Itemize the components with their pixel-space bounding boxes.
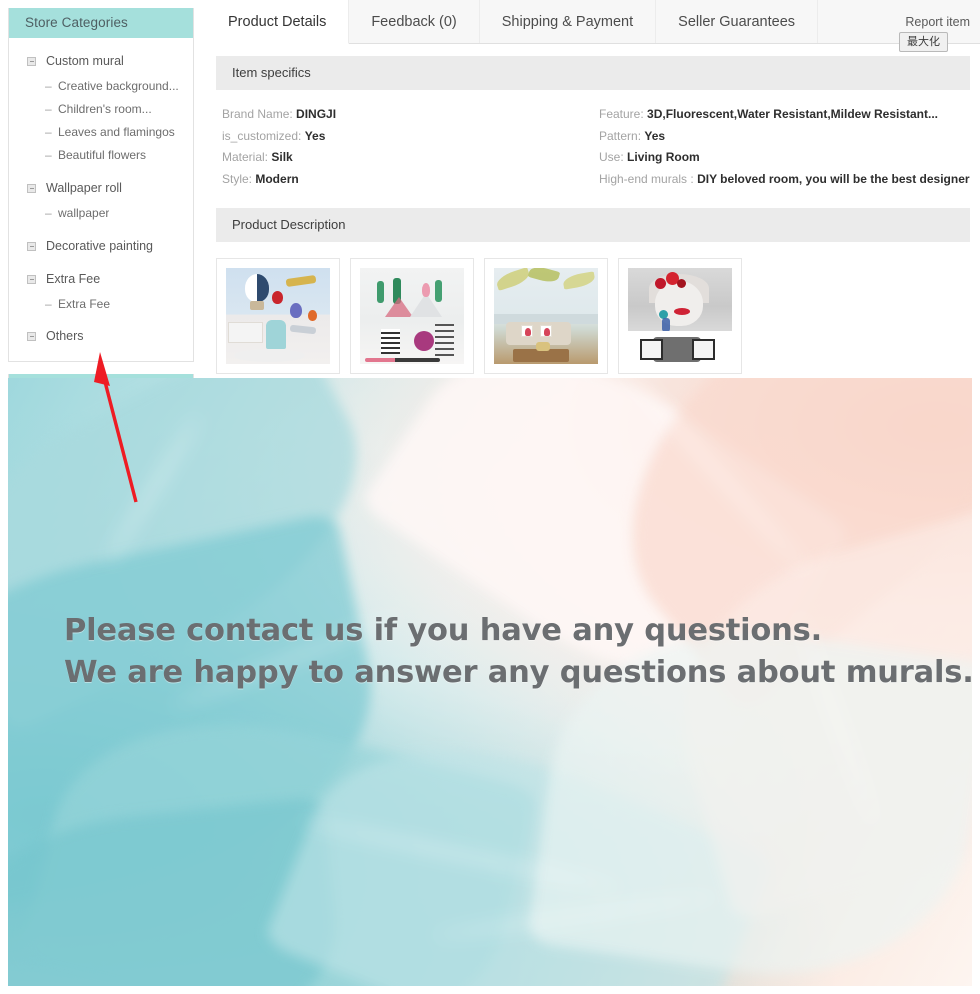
spec-row-high-end-murals: High-end murals : DIY beloved room, you … (599, 169, 970, 191)
main-content: Product Details Feedback (0) Shipping & … (206, 0, 980, 374)
spec-row-feature: Feature: 3D,Fluorescent,Water Resistant,… (599, 104, 970, 126)
thumbnail-marilyn-monroe-pop-art-mural[interactable] (618, 258, 742, 374)
tab-feedback[interactable]: Feedback (0) (349, 0, 480, 43)
sidebar-item-label: wallpaper (58, 205, 110, 220)
spec-value: DINGJI (296, 107, 337, 121)
dash-icon: – (45, 101, 52, 116)
sidebar-item-extra-fee-child[interactable]: – Extra Fee (9, 292, 193, 315)
sidebar-item-childrens-room[interactable]: – Children's room... (9, 97, 193, 120)
sidebar-item-creative-background[interactable]: – Creative background... (9, 74, 193, 97)
tab-seller-guarantees[interactable]: Seller Guarantees (656, 0, 819, 43)
spec-value: 3D,Fluorescent,Water Resistant,Mildew Re… (647, 107, 939, 121)
specs-column-left: Brand Name: DINGJI is_customized: Yes Ma… (216, 104, 593, 190)
sidebar-item-label: Others (46, 329, 84, 343)
item-specifics-header: Item specifics (216, 56, 970, 90)
dash-icon: – (45, 205, 52, 220)
spec-row-material: Material: Silk (222, 147, 593, 169)
sidebar-item-label: Children's room... (58, 101, 152, 116)
sidebar-item-label: Extra Fee (58, 296, 111, 311)
dash-icon: – (45, 147, 52, 162)
thumbnail-image (360, 268, 464, 364)
spec-value: Modern (255, 171, 299, 186)
sidebar-item-decorative-painting[interactable]: Decorative painting (9, 233, 193, 259)
spec-value: Living Room (627, 150, 700, 164)
expand-box-icon (27, 241, 36, 251)
spec-row-style: Style: Modern (222, 169, 593, 191)
sidebar-item-label: Creative background... (58, 78, 179, 93)
sidebar-item-wallpaper-roll[interactable]: Wallpaper roll (9, 175, 193, 201)
tab-label: Product Details (228, 13, 327, 30)
sidebar-item-wallpaper[interactable]: – wallpaper (9, 201, 193, 224)
product-description-header: Product Description (216, 208, 970, 242)
spec-label: Brand Name: (222, 107, 293, 121)
thumbnail-image (494, 268, 598, 364)
spec-value: Yes (304, 128, 326, 143)
product-thumbnail-gallery (206, 242, 980, 374)
contact-banner: Please contact us if you have any questi… (8, 378, 972, 986)
thumbnail-kids-balloon-room-mural[interactable] (216, 258, 340, 374)
tab-label: Shipping & Payment (501, 13, 634, 30)
dash-icon: – (45, 78, 52, 93)
spec-row-pattern: Pattern: Yes (599, 126, 970, 148)
dash-icon: – (45, 296, 52, 311)
maximize-tooltip[interactable]: 最大化 (899, 32, 948, 52)
store-categories-list: Custom mural – Creative background... – … (9, 38, 193, 361)
thumbnail-image (226, 268, 330, 364)
dash-icon: – (45, 124, 52, 139)
store-categories-panel: Store Categories Custom mural – Creative… (8, 8, 194, 362)
thumbnail-image (628, 268, 732, 364)
spec-label: Material: (222, 150, 269, 164)
sidebar-item-label: Decorative painting (46, 239, 154, 253)
spec-row-brand-name: Brand Name: DINGJI (222, 104, 593, 126)
tab-bar: Product Details Feedback (0) Shipping & … (206, 0, 980, 44)
banner-line-2: We are happy to answer any questions abo… (64, 655, 972, 690)
sidebar-item-label: Extra Fee (46, 272, 101, 286)
tab-label: Feedback (0) (371, 13, 457, 30)
tab-product-details[interactable]: Product Details (206, 0, 350, 44)
thumbnail-cactus-flamingo-wall-mural[interactable] (350, 258, 474, 374)
spec-value: Yes (644, 128, 666, 143)
spec-label: Feature: (599, 107, 644, 121)
sidebar-item-label: Beautiful flowers (58, 147, 147, 162)
expand-box-icon (27, 331, 36, 341)
specs-column-right: Feature: 3D,Fluorescent,Water Resistant,… (593, 104, 970, 190)
sidebar-item-others[interactable]: Others (9, 323, 193, 349)
expand-box-icon (27, 183, 36, 193)
sidebar-item-label: Wallpaper roll (46, 181, 122, 195)
sidebar-item-custom-mural[interactable]: Custom mural (9, 48, 193, 74)
item-specifics-table: Brand Name: DINGJI is_customized: Yes Ma… (206, 90, 980, 194)
expand-box-icon (27, 274, 36, 284)
sidebar-item-leaves-and-flamingos[interactable]: – Leaves and flamingos (9, 120, 193, 143)
spec-label: Use: (599, 150, 624, 164)
thumbnail-palm-leaf-flamingo-living-room-mural[interactable] (484, 258, 608, 374)
spec-label: Pattern: (599, 128, 642, 143)
product-page: Store Categories Custom mural – Creative… (0, 0, 980, 994)
spec-row-use: Use: Living Room (599, 147, 970, 169)
banner-line-1: Please contact us if you have any questi… (64, 613, 823, 648)
spec-value: DIY beloved room, you will be the best d… (697, 171, 970, 186)
spec-value: Silk (271, 150, 293, 164)
spec-label: High-end murals : (599, 171, 694, 186)
sidebar-item-extra-fee[interactable]: Extra Fee (9, 266, 193, 292)
sidebar-item-label: Custom mural (46, 54, 124, 68)
top-content-area: Store Categories Custom mural – Creative… (0, 0, 980, 437)
banner-message: Please contact us if you have any questi… (64, 610, 972, 694)
store-categories-title: Store Categories (9, 8, 193, 38)
sidebar-item-beautiful-flowers[interactable]: – Beautiful flowers (9, 143, 193, 166)
tab-shipping-payment[interactable]: Shipping & Payment (480, 0, 657, 43)
spec-label: is_customized: (222, 128, 302, 143)
expand-box-icon (27, 56, 36, 66)
spec-label: Style: (222, 171, 253, 186)
spec-row-is-customized: is_customized: Yes (222, 126, 593, 148)
sidebar-item-label: Leaves and flamingos (58, 124, 175, 139)
tab-label: Seller Guarantees (678, 13, 796, 30)
report-item-label: Report item (905, 14, 970, 29)
